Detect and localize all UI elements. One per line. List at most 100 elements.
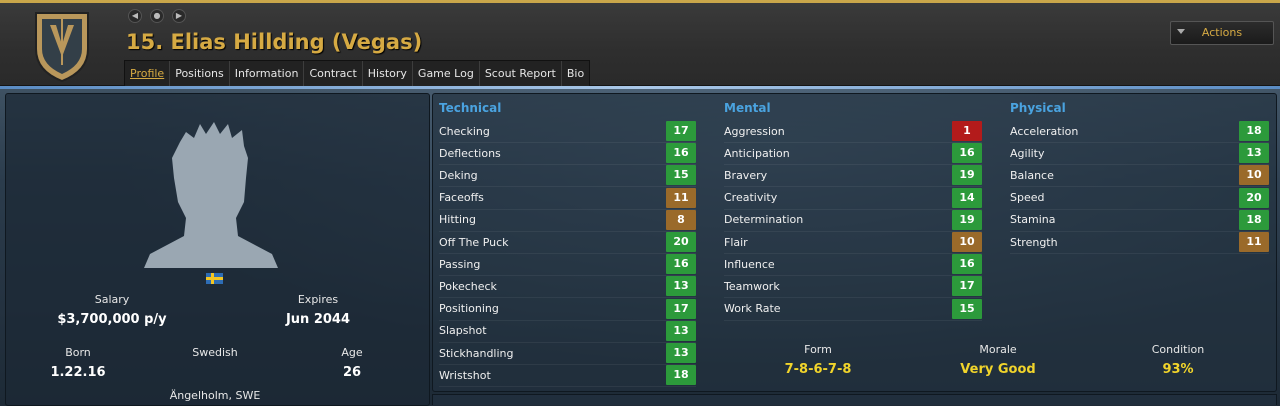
- attribute-value: 18: [1239, 121, 1269, 141]
- attribute-row[interactable]: Agility 13: [1010, 142, 1269, 166]
- attribute-label: Off The Puck: [439, 235, 509, 249]
- attribute-value: 20: [1239, 187, 1269, 208]
- attribute-label: Strength: [1010, 235, 1058, 249]
- attribute-value: 10: [952, 232, 982, 252]
- attribute-row[interactable]: Passing 16: [439, 253, 696, 277]
- attribute-value: 18: [666, 365, 696, 386]
- attribute-label: Agility: [1010, 146, 1045, 160]
- attribute-row[interactable]: Anticipation 16: [724, 142, 982, 166]
- tab-history[interactable]: History: [363, 61, 413, 87]
- mental-heading: Mental: [724, 101, 771, 115]
- tab-positions[interactable]: Positions: [170, 61, 230, 87]
- attribute-row[interactable]: Stickhandling 13: [439, 342, 696, 365]
- tab-bar: Profile Positions Information Contract H…: [124, 60, 591, 88]
- attribute-row[interactable]: Slapshot 13: [439, 320, 696, 343]
- attribute-value: 13: [666, 343, 696, 363]
- attribute-row[interactable]: Checking 17: [439, 120, 696, 143]
- attribute-row[interactable]: Teamwork 17: [724, 275, 982, 299]
- home-icon[interactable]: ●: [150, 9, 164, 23]
- attribute-row[interactable]: Flair 10: [724, 231, 982, 254]
- attribute-row[interactable]: Stamina 18: [1010, 209, 1269, 232]
- form-label: Form: [804, 343, 832, 356]
- player-silhouette-icon: [144, 122, 278, 268]
- attribute-label: Creativity: [724, 191, 778, 205]
- tab-scout-report[interactable]: Scout Report: [480, 61, 562, 87]
- attribute-label: Influence: [724, 257, 775, 271]
- attribute-value: 10: [1239, 165, 1269, 186]
- tab-bio[interactable]: Bio: [562, 61, 589, 87]
- attribute-row[interactable]: Balance 10: [1010, 164, 1269, 188]
- attribute-label: Anticipation: [724, 146, 790, 160]
- attribute-row[interactable]: Acceleration 18: [1010, 120, 1269, 143]
- attribute-label: Work Rate: [724, 302, 781, 316]
- navigation-arrows: ◀ ● ▶: [128, 9, 186, 23]
- attribute-value: 17: [952, 276, 982, 297]
- attribute-value: 11: [666, 187, 696, 208]
- attribute-label: Passing: [439, 257, 481, 271]
- salary-label: Salary: [94, 293, 130, 306]
- attribute-row[interactable]: Bravery 19: [724, 164, 982, 188]
- lower-panel: [432, 394, 1277, 405]
- attribute-value: 1: [952, 121, 982, 141]
- attribute-value: 19: [952, 209, 982, 230]
- sweden-flag-icon: [206, 273, 223, 284]
- attribute-row[interactable]: Deking 15: [439, 164, 696, 188]
- attribute-value: 20: [666, 232, 696, 252]
- attribute-value: 8: [666, 209, 696, 230]
- attribute-label: Positioning: [439, 302, 499, 316]
- attribute-value: 16: [666, 254, 696, 275]
- attributes-panel: Technical Mental Physical Checking 17 Defl…: [432, 93, 1277, 392]
- condition-label: Condition: [1151, 343, 1205, 356]
- born-value: 1.22.16: [50, 365, 106, 380]
- forward-icon[interactable]: ▶: [172, 9, 186, 23]
- header-bar: ◀ ● ▶ 15. Elias Hillding (Vegas) Profile…: [0, 0, 1280, 88]
- morale-value: Very Good: [960, 362, 1036, 377]
- attribute-row[interactable]: Positioning 17: [439, 298, 696, 321]
- attribute-label: Checking: [439, 124, 490, 138]
- attribute-label: Speed: [1010, 191, 1045, 205]
- attribute-value: 13: [1239, 143, 1269, 164]
- tab-profile[interactable]: Profile: [125, 61, 171, 87]
- age-label: Age: [341, 346, 363, 359]
- attribute-row[interactable]: Deflections 16: [439, 142, 696, 166]
- tab-information[interactable]: Information: [230, 61, 305, 87]
- attribute-label: Hitting: [439, 213, 476, 227]
- attribute-row[interactable]: Work Rate 15: [724, 298, 982, 321]
- attribute-value: 17: [666, 298, 696, 319]
- attribute-row[interactable]: Speed 20: [1010, 187, 1269, 210]
- birthplace: Ängelholm, SWE: [169, 389, 261, 402]
- attribute-row[interactable]: Strength 11: [1010, 231, 1269, 254]
- attribute-label: Bravery: [724, 168, 768, 182]
- attribute-label: Flair: [724, 235, 748, 249]
- back-icon[interactable]: ◀: [128, 9, 142, 23]
- attribute-row[interactable]: Faceoffs 11: [439, 187, 696, 210]
- morale-label: Morale: [979, 343, 1017, 356]
- tab-game-log[interactable]: Game Log: [413, 61, 480, 87]
- attribute-value: 18: [1239, 209, 1269, 230]
- profile-panel: Salary $3,700,000 p/y Expires Jun 2044 B…: [5, 93, 430, 406]
- expires-value: Jun 2044: [285, 312, 351, 327]
- attribute-row[interactable]: Hitting 8: [439, 209, 696, 232]
- attribute-label: Stickhandling: [439, 346, 514, 360]
- actions-button[interactable]: Actions: [1170, 21, 1274, 45]
- attribute-row[interactable]: Wristshot 18: [439, 364, 696, 388]
- technical-heading: Technical: [439, 101, 502, 115]
- team-logo-icon: [35, 12, 89, 83]
- attribute-row[interactable]: Pokecheck 13: [439, 275, 696, 299]
- tab-contract[interactable]: Contract: [304, 61, 363, 87]
- attribute-row[interactable]: Off The Puck 20: [439, 231, 696, 254]
- attribute-label: Determination: [724, 213, 804, 227]
- attribute-label: Stamina: [1010, 213, 1056, 227]
- attribute-label: Balance: [1010, 168, 1054, 182]
- page-title: 15. Elias Hillding (Vegas): [126, 30, 423, 54]
- attribute-value: 13: [666, 320, 696, 341]
- attribute-value: 16: [666, 143, 696, 164]
- attribute-row[interactable]: Creativity 14: [724, 187, 982, 210]
- attribute-row[interactable]: Determination 19: [724, 209, 982, 232]
- attribute-row[interactable]: Aggression 1: [724, 120, 982, 143]
- attribute-row[interactable]: Influence 16: [724, 253, 982, 277]
- expires-label: Expires: [297, 293, 339, 306]
- born-label: Born: [65, 346, 91, 359]
- attribute-value: 15: [952, 298, 982, 319]
- form-value: 7-8-6-7-8: [784, 362, 852, 377]
